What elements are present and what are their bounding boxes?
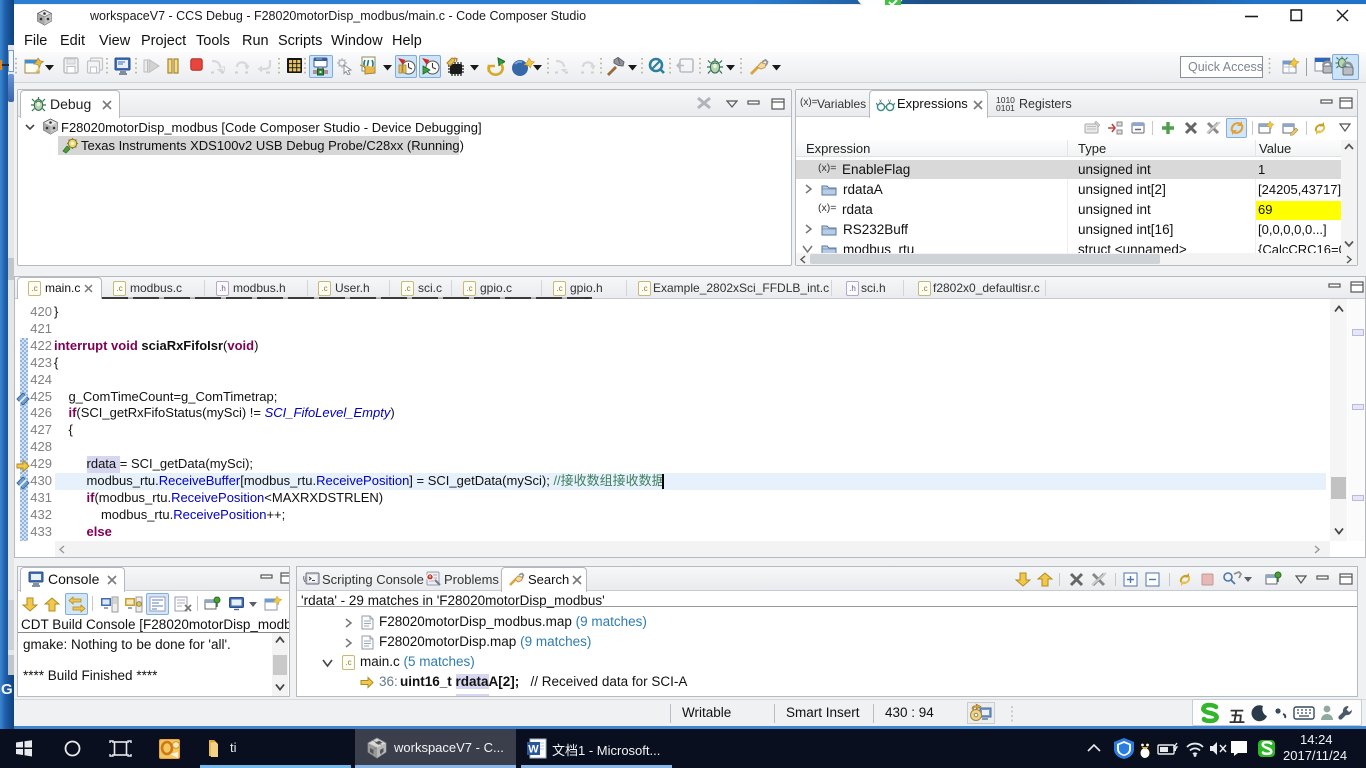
svg-text:y: y	[888, 99, 891, 105]
svg-text:W: W	[528, 744, 539, 756]
svg-text:x: x	[879, 99, 882, 105]
